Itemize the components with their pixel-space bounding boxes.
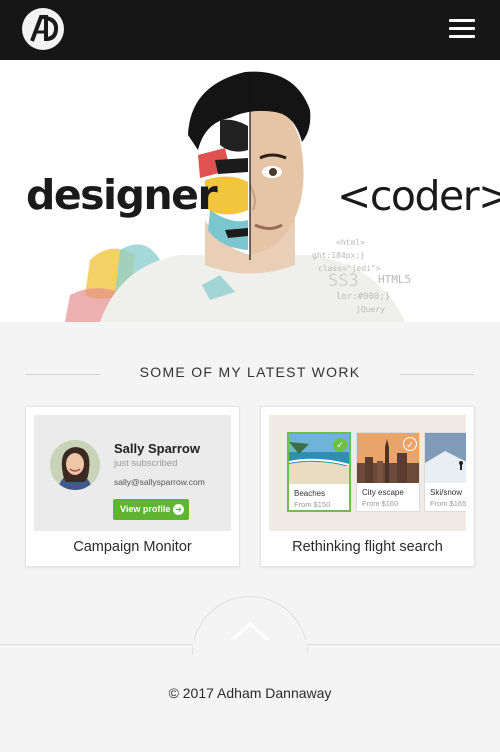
work-card-campaign-monitor[interactable]: Sally Sparrow just subscribed sally@sall… [25,406,240,567]
card-caption: Rethinking flight search [292,539,443,555]
top-navigation-bar [0,0,500,60]
flight-option-name: City escape [362,488,404,497]
flight-option-beaches[interactable]: ✓ Beaches From $150 [287,432,351,512]
hero-banner: <html> ght:184px;} class="jedi"> SS3 HTM… [0,60,500,322]
card-thumbnail: ✓ Beaches From $150 ✓ City escape From $… [269,415,466,531]
profile-status: just subscribed [114,458,178,469]
avatar [50,440,100,490]
latest-work-heading: SOME OF MY LATEST WORK [0,362,500,384]
flight-option-price: From $160 [362,499,399,508]
hero-word-coder: <coder> [337,172,500,220]
profile-email: sally@sallysparrow.com [114,477,205,487]
code-snippet: SS3 [328,271,359,291]
flight-option-city-escape[interactable]: ✓ City escape From $160 [356,432,420,512]
arrow-right-circle-icon: ➜ [173,504,184,515]
code-snippet: ght:184px;} [312,251,365,260]
flight-option-price: From $150 [294,500,331,509]
scroll-button-base [193,640,307,648]
card-thumbnail: Sally Sparrow just subscribed sally@sall… [34,415,231,531]
code-snippet: HTML5 [378,273,411,286]
ad-monogram-logo-icon[interactable] [22,8,64,50]
flight-option-name: Ski/snow [430,488,463,497]
view-profile-label: View profile [120,504,171,514]
work-card-flight-search[interactable]: ✓ Beaches From $150 ✓ City escape From $… [260,406,475,567]
snow-photo [425,433,466,483]
flight-option-name: Beaches [294,489,326,498]
code-snippet: lor:#000;} [336,292,390,302]
flight-option-price: From $165 [430,499,466,508]
view-profile-button[interactable]: View profile ➜ [113,499,189,520]
profile-name: Sally Sparrow [114,441,200,456]
copyright-text: © 2017 Adham Dannaway [168,685,332,701]
hamburger-menu-icon[interactable] [449,19,475,39]
section-title: SOME OF MY LATEST WORK [139,364,361,380]
selected-check-icon: ✓ [333,438,347,452]
hero-word-designer: designer [26,171,218,219]
code-snippet: <html> [336,238,365,247]
card-caption: Campaign Monitor [73,539,192,555]
unselected-check-icon: ✓ [403,437,417,451]
code-snippet: jQuery [356,305,385,314]
flight-option-ski-snow[interactable]: Ski/snow From $165 [424,432,466,512]
